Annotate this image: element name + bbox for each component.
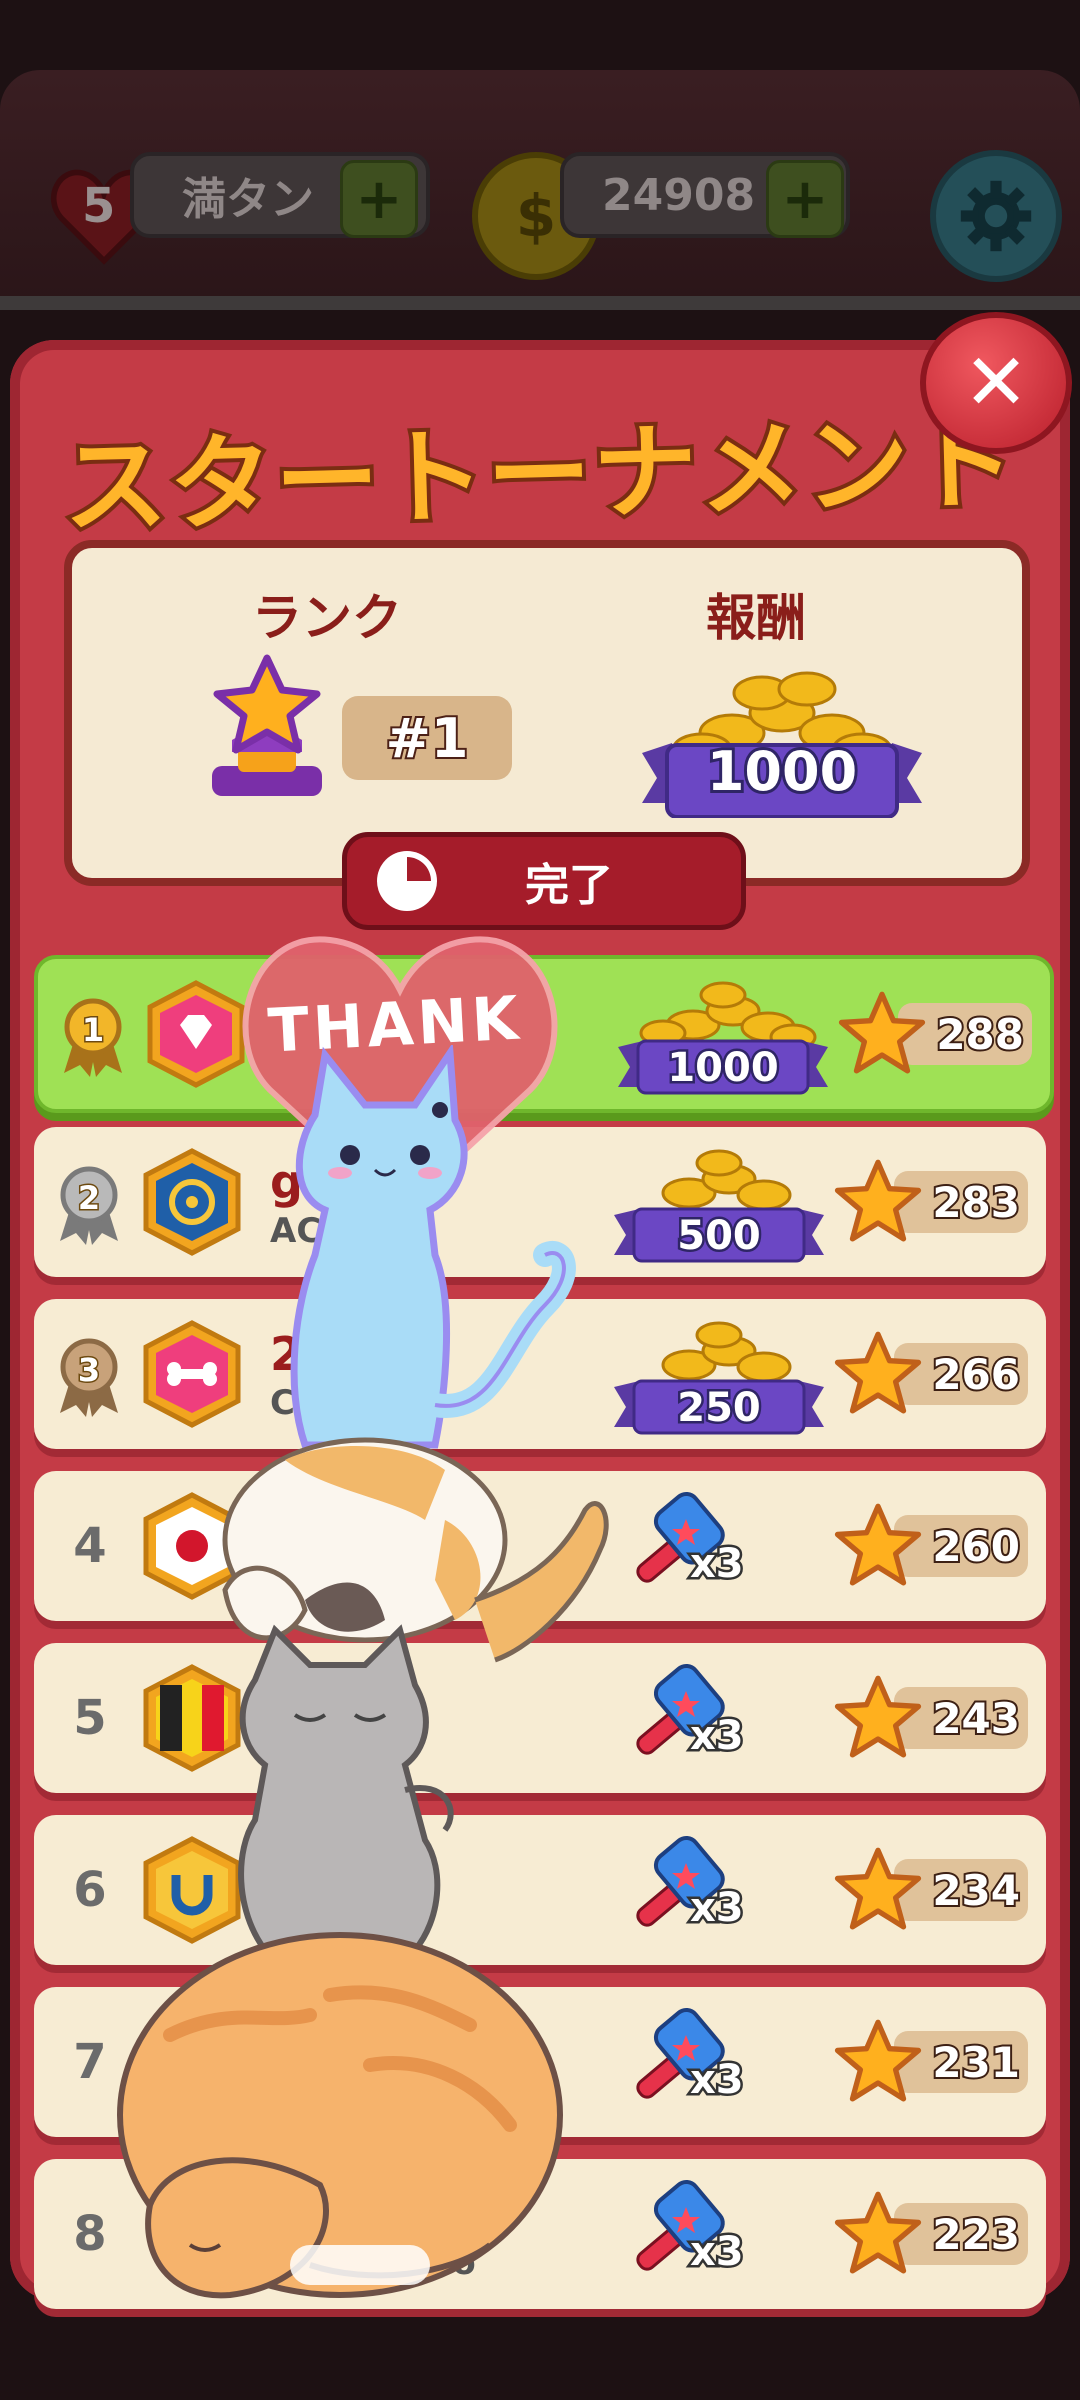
my-reward-amount: 1000 [704,737,860,806]
trophy-star-icon [212,654,322,796]
reward-amount: 250 [675,1383,764,1434]
player-name: 2 [270,1327,303,1381]
score-display: 231 [834,2017,1034,2107]
reward-coins-icon: 500 [594,1135,844,1269]
star-icon [834,1157,922,1245]
player-team: AC [270,1211,322,1251]
score-display: 288 [838,989,1038,1079]
score-display: 234 [834,1845,1034,1935]
reward-amount: 1000 [665,1043,781,1094]
player-badge-icon [140,1491,244,1601]
leaderboard-row[interactable]: 4 x3 260 [34,1471,1046,1621]
clock-icon [377,851,437,911]
score-display: 260 [834,1501,1034,1591]
add-coins-button[interactable]: + [766,160,844,238]
star-icon [834,1501,922,1589]
rank-number: 5 [73,1690,107,1746]
leaderboard-row[interactable]: 2 g AC 500 283 [34,1127,1046,1277]
star-icon [834,2189,922,2277]
player-badge-icon [140,1835,244,1945]
star-icon [838,989,926,1077]
close-button[interactable]: ✕ [920,312,1072,454]
leaderboard-row[interactable]: 1 1000 288 [34,955,1054,1113]
reward-amount: x3 [688,2055,747,2106]
rank-label: ランク [252,589,402,647]
reward-amount: x3 [688,1539,747,1590]
settings-gear-icon[interactable] [930,150,1062,282]
leaderboard-row[interactable]: 7 x3 231 [34,1987,1046,2137]
star-icon [834,1673,922,1761]
score-display: 266 [834,1329,1034,1419]
gear-icon [960,180,1032,252]
coins-count: 24908 [602,169,756,221]
rank-number: 6 [73,1862,107,1918]
reward-coins-icon: 250 [594,1307,844,1441]
star-icon [834,1329,922,1417]
lives-status-text: 満タン [182,174,314,225]
leaderboard-row[interactable]: 3 2 C 250 266 [34,1299,1046,1449]
rank-number: 1 [80,1010,105,1051]
leaderboard-row[interactable]: 6 AR x3 234 [34,1815,1046,1965]
player-badge-icon [140,1663,244,1773]
close-icon: ✕ [963,338,1029,428]
rank-number: 7 [73,2034,107,2090]
player-team: ebocnacho [270,2243,476,2283]
reward-amount: x3 [688,1883,747,1934]
leaderboard-row[interactable]: 5 x3 243 [34,1643,1046,1793]
leaderboard-row[interactable]: 8 ebocnacho x3 223 [34,2159,1046,2309]
add-lives-button[interactable]: + [340,160,418,238]
my-rank-chip: #1 [342,696,512,780]
rank-number: 2 [76,1178,101,1219]
player-team: AR [270,1899,323,1939]
reward-amount: x3 [688,2227,747,2278]
player-badge-icon [140,1147,244,1257]
rank-number: 3 [76,1350,101,1391]
reward-amount: x3 [688,1711,747,1762]
lives-count: 5 [82,178,116,234]
star-icon [834,2017,922,2105]
status-text: 完了 [525,860,613,911]
score-display: 243 [834,1673,1034,1763]
status-bar: 完了 [342,832,746,930]
score-display: 223 [834,2189,1034,2279]
player-badge-icon [140,1319,244,1429]
player-badge-icon [144,979,248,1089]
star-icon [834,1845,922,1933]
player-team: C [270,1383,295,1423]
top-bar-divider [0,296,1080,310]
reward-coins-icon: 1000 [598,967,848,1101]
reward-amount: 500 [675,1211,764,1262]
player-name: g [270,1155,303,1209]
rank-number: 4 [73,1518,107,1574]
score-display: 283 [834,1157,1034,1247]
rank-number: 8 [73,2206,107,2262]
